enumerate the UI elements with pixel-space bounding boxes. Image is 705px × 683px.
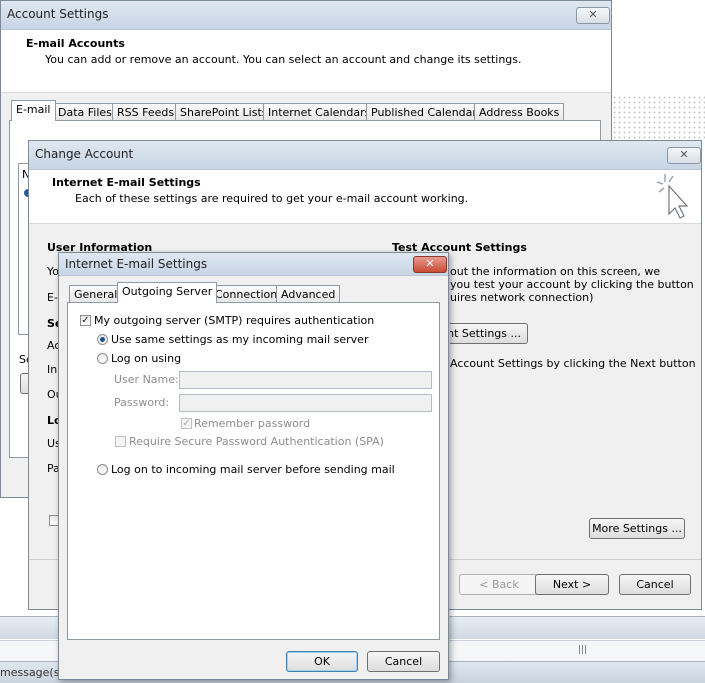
- section-heading: Internet E-mail Settings: [52, 176, 201, 189]
- background-pattern: [612, 95, 705, 140]
- close-icon: ✕: [679, 148, 689, 161]
- window-title: Change Account: [35, 147, 134, 161]
- user-name-input[interactable]: [179, 371, 432, 389]
- remember-password-checkbox[interactable]: ✓: [181, 418, 192, 429]
- checkmark-icon: ✓: [182, 418, 191, 429]
- checkmark-icon: ✓: [81, 315, 90, 326]
- email-address-label: E-: [47, 291, 58, 304]
- tab-address-books[interactable]: Address Books: [474, 103, 565, 121]
- log-on-incoming-radio[interactable]: [97, 464, 108, 475]
- back-button[interactable]: < Back: [459, 574, 539, 595]
- test-text-line-1: out the information on this screen, we: [450, 265, 661, 278]
- tab-outgoing-server[interactable]: Outgoing Server: [117, 282, 218, 303]
- use-same-settings-radio[interactable]: [97, 334, 108, 345]
- account-settings-titlebar[interactable]: Account Settings ✕: [1, 1, 611, 30]
- change-account-titlebar[interactable]: Change Account ✕: [29, 141, 701, 170]
- cancel-button[interactable]: Cancel: [367, 651, 440, 672]
- section-subtitle: You can add or remove an account. You ca…: [45, 53, 522, 66]
- tab-connection[interactable]: Connection: [210, 285, 283, 303]
- tab-sharepoint-lists[interactable]: SharePoint Lists: [175, 103, 273, 121]
- smtp-auth-checkbox[interactable]: ✓: [80, 315, 91, 326]
- tab-internet-calendars[interactable]: Internet Calendars: [263, 103, 376, 121]
- log-on-incoming-label: Log on to incoming mail server before se…: [111, 463, 395, 476]
- close-button[interactable]: ✕: [576, 7, 610, 24]
- internet-email-settings-dialog: Internet E-mail Settings ✕ General Outgo…: [58, 252, 449, 680]
- outgoing-server-panel: ✓ My outgoing server (SMTP) requires aut…: [67, 302, 440, 640]
- remember-password-label: Remember password: [194, 417, 311, 430]
- close-button[interactable]: ✕: [667, 147, 701, 164]
- test-account-settings-label: unt Settings ...: [450, 327, 521, 340]
- test-on-next-label: Account Settings by clicking the Next bu…: [450, 357, 696, 370]
- ok-button[interactable]: OK: [286, 651, 358, 672]
- scrollbar-grip[interactable]: |||: [578, 645, 587, 655]
- test-text-line-3: uires network connection): [450, 291, 594, 304]
- smtp-auth-label: My outgoing server (SMTP) requires authe…: [94, 314, 375, 327]
- next-button[interactable]: Next >: [535, 574, 609, 595]
- more-settings-button[interactable]: More Settings ...: [589, 518, 685, 539]
- tab-advanced[interactable]: Advanced: [276, 285, 341, 303]
- window-title: Account Settings: [7, 7, 109, 21]
- section-heading: E-mail Accounts: [26, 37, 125, 50]
- close-icon: ✕: [588, 8, 598, 21]
- log-on-using-label: Log on using: [111, 352, 182, 365]
- test-account-settings-button[interactable]: unt Settings ...: [450, 323, 528, 344]
- more-settings-label: More Settings ...: [592, 522, 682, 535]
- use-same-settings-label: Use same settings as my incoming mail se…: [111, 333, 369, 346]
- close-button[interactable]: ✕: [413, 256, 447, 273]
- tab-general[interactable]: General: [69, 285, 123, 303]
- cancel-label: Cancel: [636, 578, 674, 591]
- radio-selected-dot: [100, 337, 105, 342]
- test-text-line-2: you test your account by clicking the bu…: [450, 278, 694, 291]
- spa-label: Require Secure Password Authentication (…: [129, 435, 384, 448]
- cursor-sparkle-icon: [656, 174, 689, 219]
- spa-checkbox[interactable]: [115, 436, 126, 447]
- cancel-label: Cancel: [384, 655, 423, 668]
- internet-settings-titlebar[interactable]: Internet E-mail Settings ✕: [59, 253, 448, 276]
- next-label: Next >: [552, 578, 592, 591]
- password-label: Password:: [114, 396, 170, 409]
- back-label: < Back: [479, 578, 519, 591]
- tab-rss-feeds[interactable]: RSS Feeds: [112, 103, 180, 121]
- ok-label: OK: [314, 655, 330, 668]
- tab-data-files[interactable]: Data Files: [53, 103, 117, 121]
- password-input[interactable]: [179, 394, 432, 412]
- header-band: Internet E-mail Settings Each of these s…: [29, 170, 701, 224]
- test-account-settings-button-clip: unt Settings ...: [450, 323, 530, 345]
- section-subtitle: Each of these settings are required to g…: [75, 192, 469, 205]
- close-icon: ✕: [425, 257, 435, 270]
- user-name-label: User Name:: [114, 373, 179, 386]
- dialog-title: Internet E-mail Settings: [65, 257, 208, 271]
- header-band: E-mail Accounts You can add or remove an…: [1, 30, 611, 93]
- tab-email[interactable]: E-mail: [11, 100, 56, 121]
- incoming-server-label: In: [47, 363, 58, 376]
- cancel-button[interactable]: Cancel: [619, 574, 691, 595]
- tab-published-calendars[interactable]: Published Calendars: [366, 103, 488, 121]
- log-on-using-radio[interactable]: [97, 353, 108, 364]
